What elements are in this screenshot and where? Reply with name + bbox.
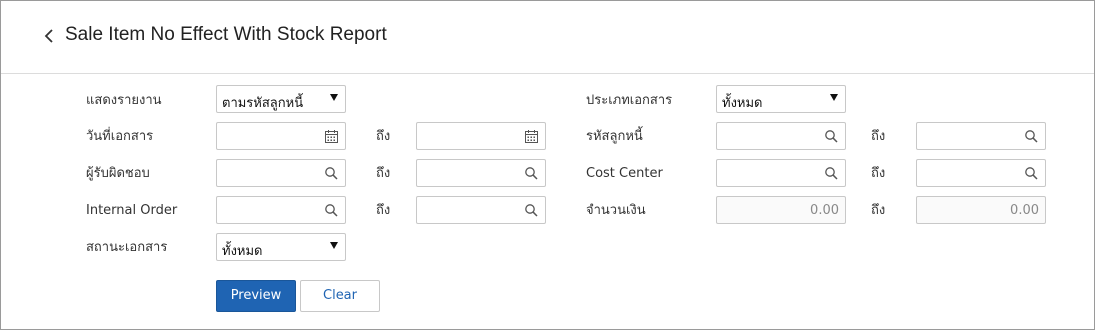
dropdown-caret-icon bbox=[830, 94, 838, 101]
search-icon[interactable] bbox=[524, 166, 539, 181]
amount-from-input[interactable]: 0.00 bbox=[716, 196, 846, 224]
calendar-icon[interactable] bbox=[324, 129, 339, 144]
debtor-code-to-input[interactable] bbox=[916, 122, 1046, 150]
search-icon[interactable] bbox=[824, 166, 839, 181]
responsible-label: ผู้รับผิดชอบ bbox=[86, 166, 150, 181]
back-chevron-icon[interactable] bbox=[43, 26, 57, 46]
doc-status-label: สถานะเอกสาร bbox=[86, 240, 168, 255]
dropdown-caret-icon bbox=[330, 94, 338, 101]
doc-status-select[interactable]: ทั้งหมด bbox=[216, 233, 346, 261]
clear-button[interactable]: Clear bbox=[300, 280, 380, 312]
cost-center-from-input[interactable] bbox=[716, 159, 846, 187]
doc-status-value: ทั้งหมด bbox=[222, 244, 263, 259]
doc-date-to-label: ถึง bbox=[376, 129, 391, 144]
page-header: Sale Item No Effect With Stock Report bbox=[1, 1, 1094, 74]
amount-to-input[interactable]: 0.00 bbox=[916, 196, 1046, 224]
search-icon[interactable] bbox=[1024, 166, 1039, 181]
debtor-code-from-input[interactable] bbox=[716, 122, 846, 150]
amount-to-label: ถึง bbox=[871, 203, 886, 218]
report-by-select[interactable]: ตามรหัสลูกหนี้ bbox=[216, 85, 346, 113]
report-panel: Sale Item No Effect With Stock Report แส… bbox=[0, 0, 1095, 330]
cost-center-to-label: ถึง bbox=[871, 166, 886, 181]
doc-date-label: วันที่เอกสาร bbox=[86, 129, 154, 144]
cost-center-to-input[interactable] bbox=[916, 159, 1046, 187]
preview-button[interactable]: Preview bbox=[216, 280, 296, 312]
amount-label: จำนวนเงิน bbox=[586, 203, 646, 218]
page-title: Sale Item No Effect With Stock Report bbox=[65, 24, 387, 45]
search-icon[interactable] bbox=[324, 203, 339, 218]
internal-order-to-input[interactable] bbox=[416, 196, 546, 224]
search-icon[interactable] bbox=[1024, 129, 1039, 144]
doc-date-from-input[interactable] bbox=[216, 122, 346, 150]
amount-to-value: 0.00 bbox=[1010, 203, 1039, 218]
doc-type-label: ประเภทเอกสาร bbox=[586, 93, 673, 108]
debtor-code-label: รหัสลูกหนี้ bbox=[586, 129, 643, 144]
debtor-code-to-label: ถึง bbox=[871, 129, 886, 144]
doc-type-select[interactable]: ทั้งหมด bbox=[716, 85, 846, 113]
internal-order-label: Internal Order bbox=[86, 203, 178, 218]
search-icon[interactable] bbox=[824, 129, 839, 144]
search-icon[interactable] bbox=[324, 166, 339, 181]
responsible-to-label: ถึง bbox=[376, 166, 391, 181]
dropdown-caret-icon bbox=[330, 242, 338, 249]
report-by-value: ตามรหัสลูกหนี้ bbox=[222, 96, 304, 111]
search-icon[interactable] bbox=[524, 203, 539, 218]
calendar-icon[interactable] bbox=[524, 129, 539, 144]
cost-center-label: Cost Center bbox=[586, 166, 663, 181]
report-by-label: แสดงรายงาน bbox=[86, 93, 162, 108]
responsible-to-input[interactable] bbox=[416, 159, 546, 187]
internal-order-to-label: ถึง bbox=[376, 203, 391, 218]
internal-order-from-input[interactable] bbox=[216, 196, 346, 224]
amount-from-value: 0.00 bbox=[810, 203, 839, 218]
doc-date-to-input[interactable] bbox=[416, 122, 546, 150]
doc-type-value: ทั้งหมด bbox=[722, 96, 763, 111]
responsible-from-input[interactable] bbox=[216, 159, 346, 187]
